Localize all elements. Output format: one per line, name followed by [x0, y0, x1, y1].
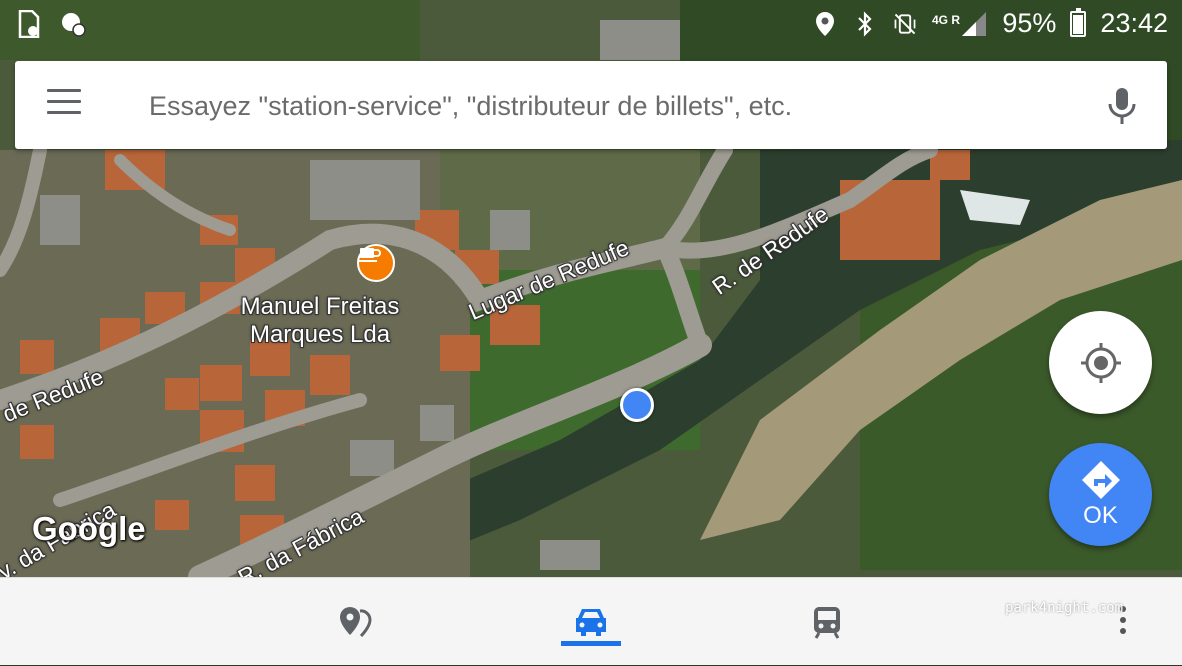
battery-icon: [1070, 7, 1087, 37]
voice-search-button[interactable]: [1105, 87, 1139, 125]
poi-name-line2: Marques Lda: [249, 321, 391, 348]
tab-transit[interactable]: [782, 578, 872, 666]
bluetooth-icon: [852, 10, 878, 38]
hamburger-line: [47, 89, 81, 92]
signal-icon: 4G R: [932, 10, 988, 38]
status-bar: 4G R 95% 23:42: [0, 0, 1182, 48]
hamburger-line: [47, 111, 81, 114]
current-location-dot: [620, 388, 654, 422]
poi-label[interactable]: Manuel Freitas Marques Lda: [230, 293, 410, 349]
search-bar[interactable]: [15, 61, 1167, 149]
network-type-text: 4G R: [932, 13, 960, 27]
train-icon: [814, 607, 840, 639]
poi-name-line1: Manuel Freitas: [240, 293, 400, 320]
car-icon: [576, 609, 606, 636]
active-tab-indicator: [561, 641, 621, 646]
bottom-navigation: park4night.com: [0, 577, 1182, 665]
tab-driving[interactable]: [546, 578, 636, 666]
dot: [1120, 617, 1126, 623]
explore-pins-icon: [340, 607, 372, 638]
sim-card-icon: [16, 10, 42, 38]
menu-button[interactable]: [47, 89, 83, 121]
my-location-button[interactable]: [1049, 311, 1152, 414]
directions-go-button[interactable]: OK: [1049, 443, 1152, 546]
location-icon: [812, 10, 838, 38]
vibrate-mute-icon: [892, 10, 918, 38]
go-label: OK: [1083, 501, 1118, 529]
cafe-icon: [359, 248, 381, 262]
data-saver-icon: [60, 10, 86, 38]
crosshair-icon: [1080, 342, 1121, 383]
battery-percent: 95%: [1002, 8, 1057, 38]
clock: 23:42: [1100, 8, 1168, 38]
dot: [1120, 628, 1126, 634]
poi-cafe-pin[interactable]: [357, 244, 395, 282]
tab-explore[interactable]: [310, 578, 400, 666]
search-input[interactable]: [147, 79, 1081, 133]
google-logo: Google: [32, 510, 146, 547]
hamburger-line: [47, 100, 81, 103]
microphone-icon: [1108, 88, 1136, 124]
watermark: park4night.com: [1005, 600, 1124, 616]
directions-icon: [1081, 460, 1120, 499]
